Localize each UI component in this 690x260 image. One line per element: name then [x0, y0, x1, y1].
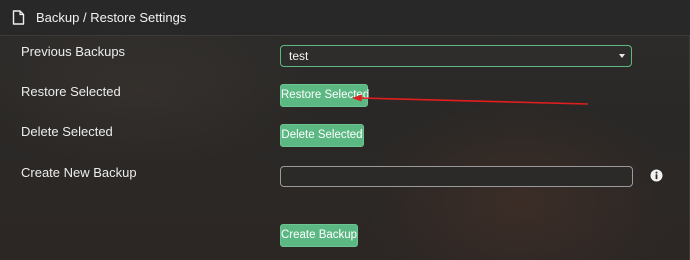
document-icon: [12, 10, 25, 25]
previous-backups-select[interactable]: test: [280, 45, 632, 67]
create-backup-button[interactable]: Create Backup: [280, 224, 358, 247]
backup-name-input[interactable]: [280, 166, 633, 187]
restore-selected-button[interactable]: Restore Selected: [280, 84, 369, 107]
chevron-down-icon: [619, 54, 625, 58]
create-new-backup-label: Create New Backup: [21, 165, 137, 180]
delete-selected-button[interactable]: Delete Selected: [280, 124, 364, 147]
restore-selected-label: Restore Selected: [21, 84, 121, 99]
previous-backups-label: Previous Backups: [21, 44, 126, 59]
delete-selected-label: Delete Selected: [21, 124, 113, 139]
backup-restore-panel: Backup / Restore Settings Previous Backu…: [0, 0, 690, 260]
panel-header: Backup / Restore Settings: [0, 0, 690, 36]
info-circle-icon[interactable]: [650, 169, 663, 182]
panel-title: Backup / Restore Settings: [36, 10, 187, 25]
previous-backups-selected-value: test: [289, 49, 309, 63]
